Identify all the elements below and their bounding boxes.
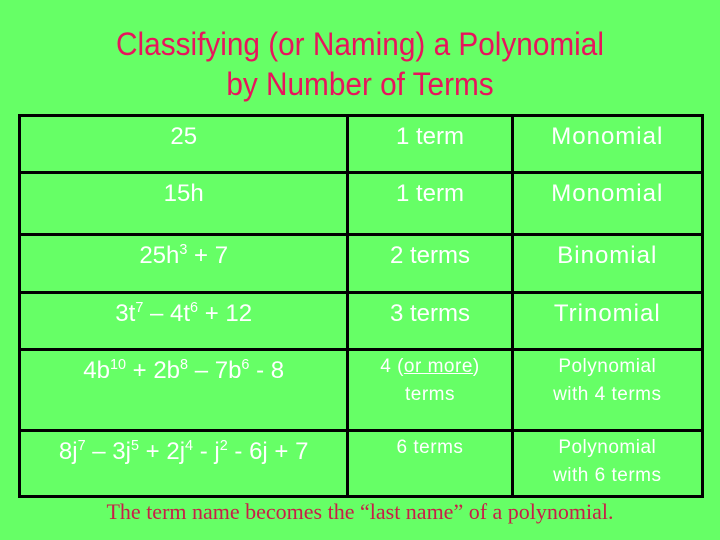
exponent: 5 [131, 438, 140, 454]
terms-emphasis: or more [403, 356, 473, 377]
name-line-2: with 6 terms [553, 465, 662, 486]
expression-term: 25 [170, 123, 198, 150]
expression-cell: 25h3 + 7 [17, 233, 350, 294]
exponent: 7 [77, 438, 86, 454]
title-line-1: Classifying (or Naming) a Polynomial [116, 26, 604, 62]
name-line-1: Polynomial [558, 356, 657, 377]
exponent: 8 [180, 357, 189, 373]
expression-term: + 7 [187, 242, 229, 269]
table-row: 15h 1 term Monomial [17, 171, 705, 236]
expression-term: 3t [115, 300, 136, 327]
terms-suffix: ) [472, 356, 480, 377]
table-row: 4b10 + 2b8 – 7b6 - 8 4 (or more) terms P… [17, 348, 705, 432]
expression-term: - j [193, 438, 220, 465]
table-row: 25h3 + 7 2 terms Binomial [17, 233, 705, 294]
expression-cell: 8j7 – 3j5 + 2j4 - j2 - 6j + 7 [17, 429, 350, 498]
expression-term: 25h [139, 242, 180, 269]
exponent: 2 [219, 438, 228, 454]
expression-cell: 4b10 + 2b8 – 7b6 - 8 [17, 348, 350, 432]
page-title: Classifying (or Naming) a Polynomial by … [25, 24, 695, 104]
exponent: 4 [185, 438, 194, 454]
terms-cell: 6 terms [346, 429, 514, 498]
expression-term: 4b [83, 357, 110, 384]
expression-term: 8j [58, 438, 78, 465]
expression-term: – 7b [188, 357, 242, 384]
table-row: 8j7 – 3j5 + 2j4 - j2 - 6j + 7 6 terms Po… [17, 429, 705, 498]
name-line-2: with 4 terms [553, 384, 662, 405]
exponent: 6 [190, 300, 199, 316]
expression-term: - 6j + 7 [227, 438, 309, 465]
classification-table: 25 1 term Monomial 15h 1 term Monomial 2… [17, 114, 705, 498]
terms-cell: 2 terms [346, 233, 514, 294]
expression-term: + 12 [198, 300, 253, 327]
terms-prefix: 4 ( [380, 356, 404, 377]
terms-cell: 1 term [346, 114, 514, 174]
name-cell: Polynomial with 6 terms [510, 429, 705, 498]
expression-term: – 3j [85, 438, 131, 465]
expression-cell: 25 [17, 114, 350, 174]
expression-term: + 2b [125, 357, 181, 384]
expression-term: 15h [163, 180, 204, 207]
name-line-1: Polynomial [558, 437, 657, 458]
title-line-2: by Number of Terms [226, 66, 494, 102]
name-cell: Binomial [510, 233, 705, 294]
footer-note: The term name becomes the “last name” of… [106, 499, 614, 524]
terms-cell: 4 (or more) terms [346, 348, 514, 432]
table-row: 3t7 – 4t6 + 12 3 terms Trinomial [17, 291, 705, 351]
expression-term: + 2j [139, 438, 186, 465]
terms-cell: 1 term [346, 171, 514, 236]
name-cell: Monomial [510, 171, 705, 236]
terms-line-2: terms [404, 384, 455, 405]
expression-term: - 8 [249, 357, 285, 384]
exponent: 10 [109, 357, 126, 373]
terms-cell: 3 terms [346, 291, 514, 351]
expression-cell: 15h [17, 171, 350, 236]
name-cell: Monomial [510, 114, 705, 174]
name-cell: Polynomial with 4 terms [510, 348, 705, 432]
table-row: 25 1 term Monomial [17, 114, 705, 174]
expression-cell: 3t7 – 4t6 + 12 [17, 291, 350, 351]
name-cell: Trinomial [510, 291, 705, 351]
expression-term: – 4t [143, 300, 191, 327]
